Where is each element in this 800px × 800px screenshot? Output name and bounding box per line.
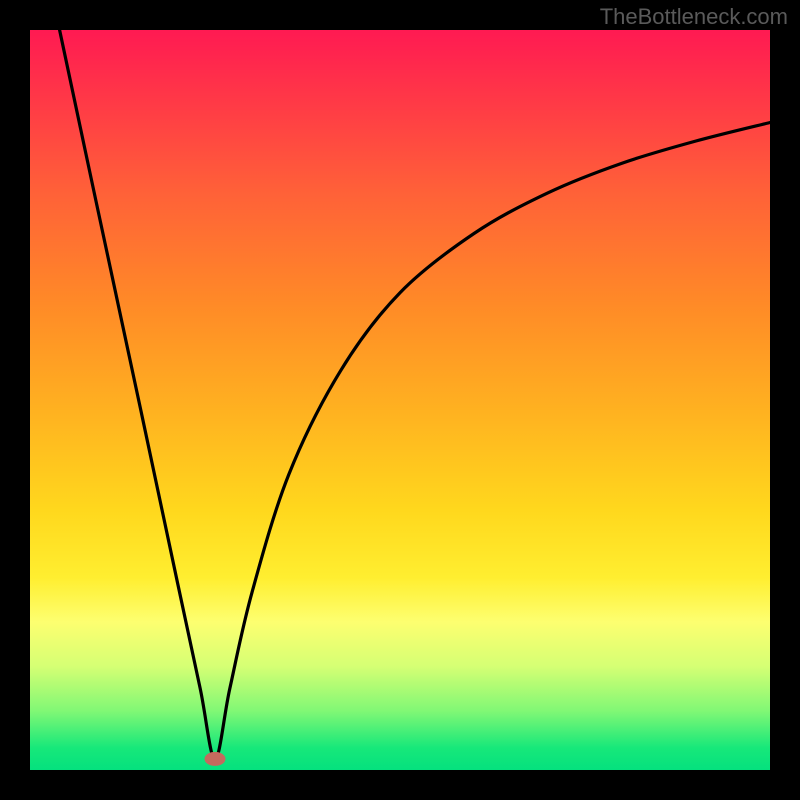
plot-area [30,30,770,770]
watermark-text: TheBottleneck.com [600,4,788,30]
chart-frame: TheBottleneck.com [0,0,800,800]
curve-svg [30,30,770,770]
minimum-marker [205,752,226,766]
bottleneck-curve [60,30,770,759]
